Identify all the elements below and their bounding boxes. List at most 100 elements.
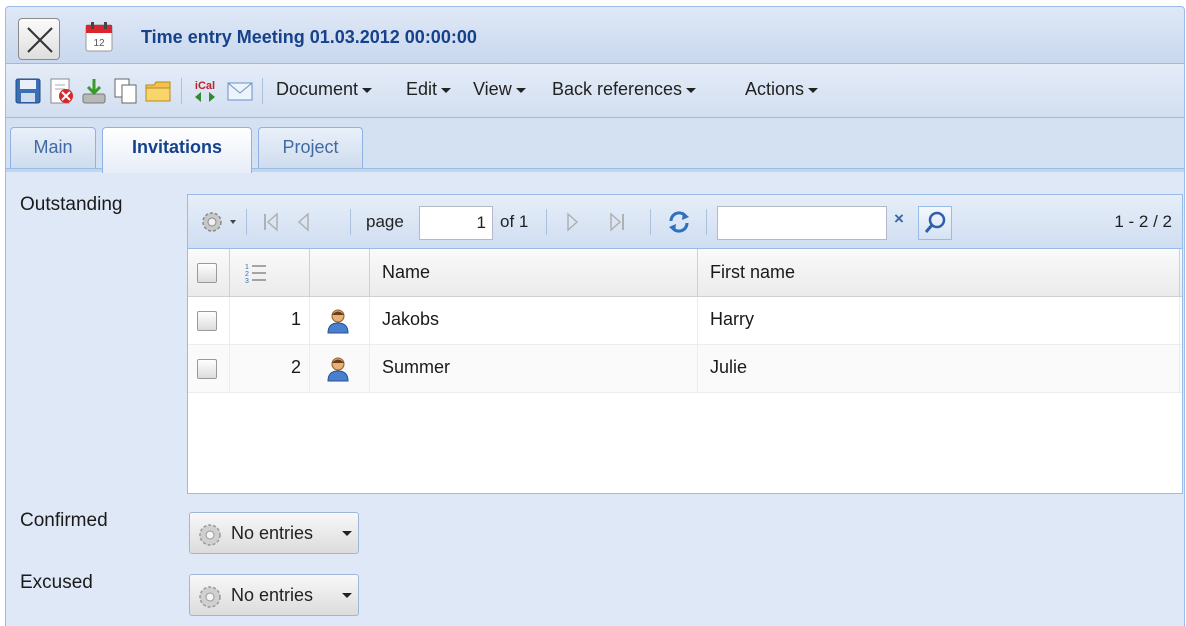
chevron-down-icon [686, 87, 697, 93]
row-icon-cell [310, 345, 370, 393]
pager-separator [546, 209, 547, 235]
invitations-panel: Outstanding page 1 of 1 × 1 - 2 / 2 1 2 … [5, 172, 1185, 626]
menu-actions-label: Actions [745, 79, 805, 99]
previous-page-icon[interactable] [294, 211, 312, 233]
numbered-list-icon: 1 2 3 [245, 264, 266, 285]
time-entry-window: 12 Time entry Meeting 01.03.2012 00:00:0… [0, 0, 1186, 626]
grid-header: 1 2 3 Name First name [188, 249, 1182, 297]
row-number-header: 1 2 3 [230, 249, 310, 297]
column-header-first-name-label: First name [710, 262, 796, 282]
clear-search-button[interactable]: × [894, 209, 904, 229]
excused-button-label: No entries [231, 585, 314, 605]
toolbar-separator [262, 78, 263, 104]
grid-pager: page 1 of 1 × 1 - 2 / 2 [188, 195, 1182, 249]
title-bar: 12 Time entry Meeting 01.03.2012 00:00:0… [5, 6, 1185, 64]
menu-actions[interactable]: Actions [745, 79, 819, 100]
menu-back-references[interactable]: Back references [552, 79, 697, 100]
menu-view[interactable]: View [473, 79, 526, 100]
chevron-down-icon [441, 87, 452, 93]
close-icon [27, 27, 53, 53]
row-checkbox[interactable] [197, 359, 217, 379]
column-header-name[interactable]: Name [370, 249, 698, 297]
pager-separator [650, 209, 651, 235]
ical-label: iCal [195, 80, 215, 92]
svg-text:12: 12 [93, 38, 105, 49]
gear-icon [199, 524, 221, 546]
ical-icon[interactable]: iCal [191, 77, 219, 105]
next-page-icon[interactable] [564, 211, 582, 233]
chevron-down-icon [342, 531, 352, 536]
menu-view-label: View [473, 79, 512, 99]
record-count: 1 - 2 / 2 [1114, 212, 1172, 231]
excused-label: Excused [20, 572, 93, 593]
row-checkbox-cell [188, 297, 230, 345]
mail-icon[interactable] [226, 77, 254, 105]
select-all-header [188, 249, 230, 297]
folder-icon[interactable] [144, 77, 172, 105]
chevron-down-icon [808, 87, 819, 93]
row-checkbox[interactable] [197, 311, 217, 331]
pager-separator [246, 209, 247, 235]
name-value: Jakobs [382, 309, 440, 329]
row-number-cell: 2 [230, 345, 310, 393]
search-button[interactable] [918, 206, 952, 240]
icon-column-header [310, 249, 370, 297]
last-page-icon[interactable] [608, 211, 626, 233]
first-name-cell: Julie [698, 345, 1180, 393]
menu-edit-label: Edit [406, 79, 438, 99]
first-name-value: Harry [710, 309, 754, 329]
calendar-icon: 12 [85, 22, 113, 52]
page-count-label: of 1 [500, 212, 529, 231]
gear-icon [199, 586, 221, 608]
tab-project[interactable]: Project [258, 127, 363, 168]
column-header-name-label: Name [382, 262, 431, 282]
tab-invitations[interactable]: Invitations [102, 127, 252, 173]
confirmed-no-entries-button[interactable]: No entries [189, 512, 359, 554]
save-icon[interactable] [14, 77, 42, 105]
gear-menu-icon[interactable] [198, 207, 240, 237]
page-number-input[interactable]: 1 [419, 206, 493, 240]
row-icon-cell [310, 297, 370, 345]
search-icon [924, 211, 946, 233]
tab-main[interactable]: Main [10, 127, 96, 168]
tab-strip: Main Invitations Project [5, 118, 1185, 173]
close-button[interactable] [18, 18, 60, 60]
row-number: 2 [290, 357, 301, 377]
row-number-cell: 1 [230, 297, 310, 345]
first-name-cell: Harry [698, 297, 1180, 345]
column-header-first-name[interactable]: First name [698, 249, 1180, 297]
row-checkbox-cell [188, 345, 230, 393]
menu-edit[interactable]: Edit [406, 79, 452, 100]
chevron-down-icon [362, 87, 373, 93]
confirmed-label: Confirmed [20, 510, 108, 531]
name-value: Summer [382, 357, 451, 377]
select-all-checkbox[interactable] [197, 263, 217, 283]
toolbar: iCal Document Edit View Back references … [5, 64, 1185, 118]
download-icon[interactable] [80, 77, 108, 105]
tab-main-label: Main [33, 137, 73, 157]
svg-text:1: 1 [245, 264, 249, 271]
chevron-down-icon [515, 87, 526, 93]
excused-no-entries-button[interactable]: No entries [189, 574, 359, 616]
person-icon [327, 357, 349, 382]
chevron-down-icon [342, 593, 352, 598]
row-number: 1 [290, 309, 301, 329]
menu-document-label: Document [276, 79, 359, 99]
pager-separator [350, 209, 351, 235]
delete-icon[interactable] [47, 77, 75, 105]
toolbar-separator [181, 78, 182, 104]
page-label: page [366, 212, 404, 231]
refresh-icon[interactable] [664, 208, 694, 236]
table-row[interactable]: 2 Summer Julie [188, 345, 1182, 393]
tab-project-label: Project [282, 137, 339, 157]
copy-icon[interactable] [112, 77, 140, 105]
pager-separator [706, 209, 707, 235]
person-icon [327, 309, 349, 334]
table-row[interactable]: 1 Jakobs Harry [188, 297, 1182, 345]
menu-document[interactable]: Document [276, 79, 373, 100]
first-page-icon[interactable] [262, 211, 280, 233]
svg-text:3: 3 [245, 278, 249, 285]
grid-search-input[interactable] [717, 206, 887, 240]
menu-back-references-label: Back references [552, 79, 683, 99]
outstanding-label: Outstanding [20, 194, 123, 215]
